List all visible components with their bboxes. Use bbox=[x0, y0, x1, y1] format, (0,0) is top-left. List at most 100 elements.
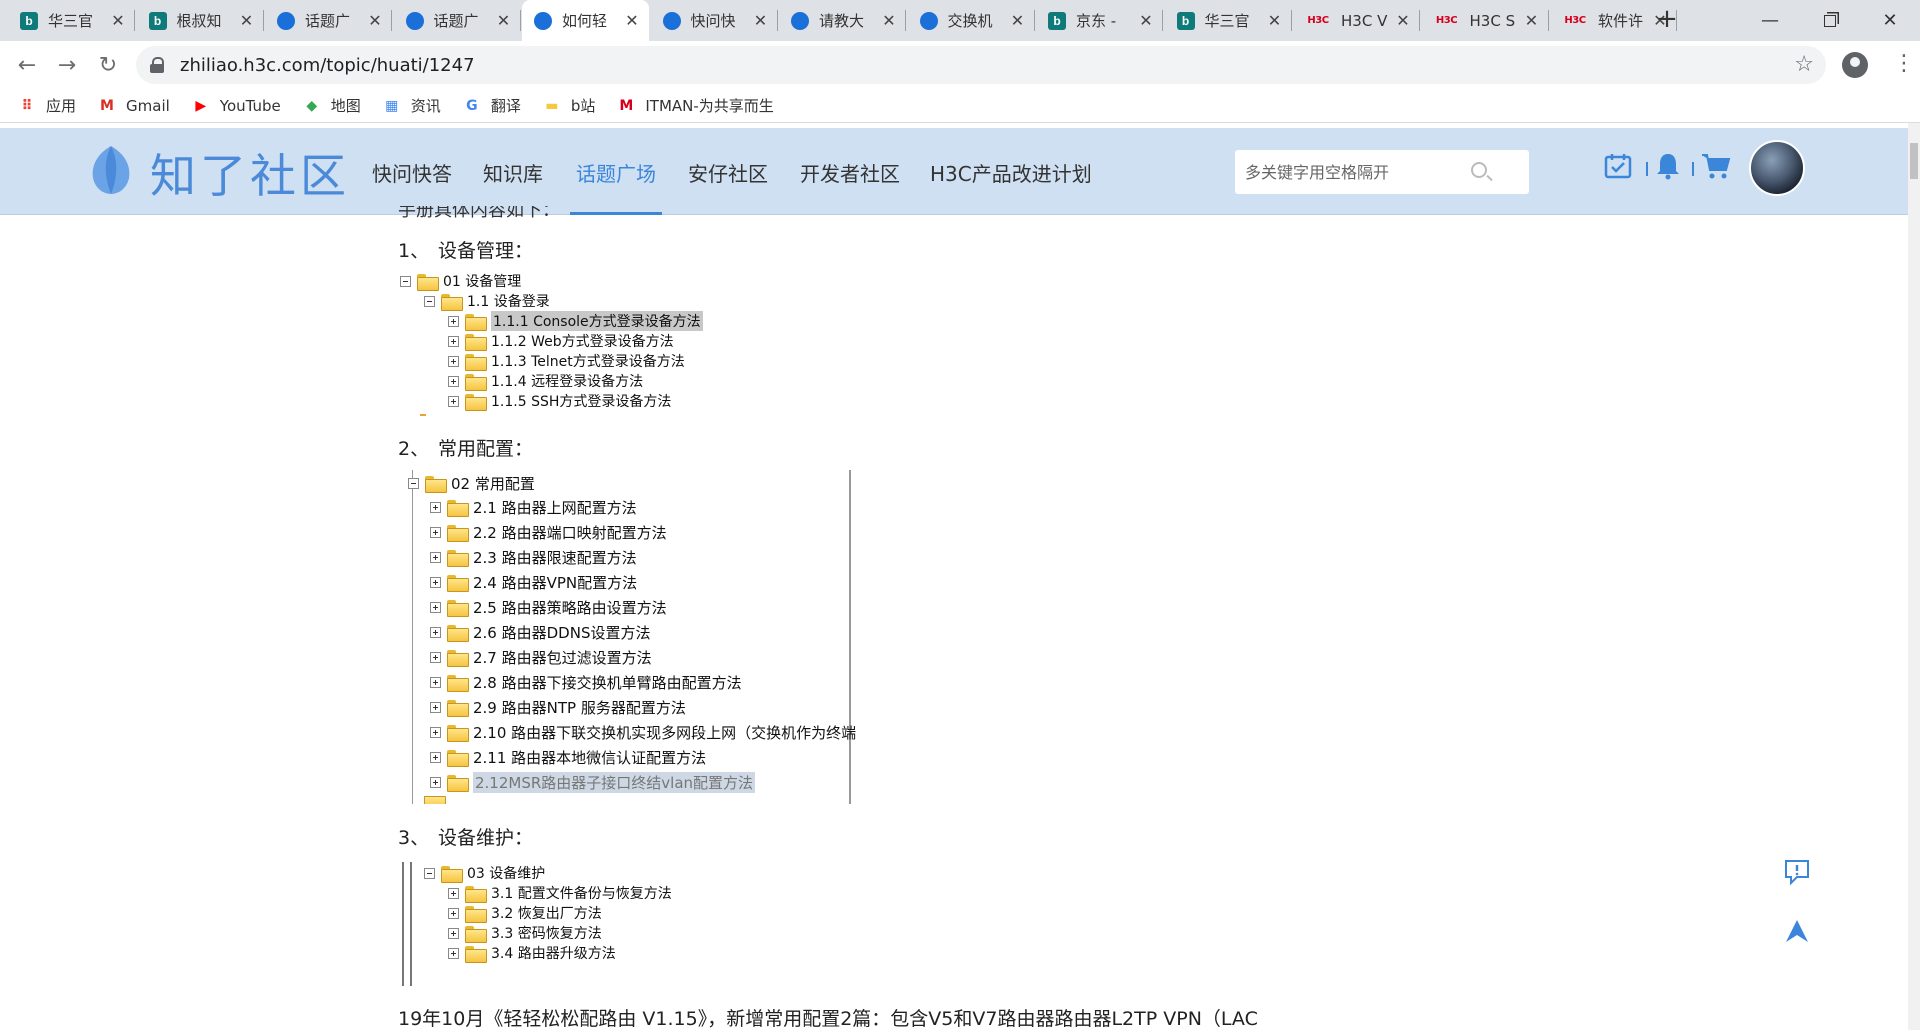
tree-label: 2.7 路由器包过滤设置方法 bbox=[473, 648, 652, 667]
calendar-check-icon[interactable] bbox=[1604, 152, 1632, 180]
tree-label: 2.12MSR路由器子接口终结vlan配置方法 bbox=[473, 771, 756, 793]
article-intro-line: 手册具体内容如下： bbox=[398, 206, 560, 221]
site-nav-item[interactable]: 话题广场 bbox=[576, 158, 656, 187]
reload-button[interactable]: ↻ bbox=[93, 50, 123, 80]
forward-button[interactable]: → bbox=[52, 50, 82, 80]
itman-icon: M bbox=[619, 97, 634, 114]
page-scrollbar[interactable] bbox=[1908, 123, 1920, 1030]
tab-close-icon[interactable]: ✕ bbox=[366, 11, 384, 30]
tab-close-icon[interactable]: ✕ bbox=[109, 11, 127, 30]
folder-icon bbox=[447, 674, 469, 692]
close-window-button[interactable]: ✕ bbox=[1860, 0, 1920, 41]
expand-icon bbox=[448, 335, 459, 347]
tree-left-border bbox=[410, 862, 412, 986]
browser-tab[interactable]: b 华三官 ✕ bbox=[8, 0, 135, 41]
tree-left-border bbox=[412, 470, 413, 804]
address-bar[interactable]: zhiliao.h3c.com/topic/huati/1247 ☆ bbox=[136, 46, 1826, 84]
bing-favicon-icon: b bbox=[148, 11, 167, 30]
browser-tab[interactable]: H3C H3C S ✕ bbox=[1422, 0, 1549, 41]
tree-item-row: 2.3 路由器限速配置方法 bbox=[430, 548, 637, 567]
back-button[interactable]: ← bbox=[12, 50, 42, 80]
tab-close-icon[interactable]: ✕ bbox=[1137, 11, 1155, 30]
restore-button[interactable] bbox=[1800, 0, 1860, 41]
site-nav-item[interactable]: 安仔社区 bbox=[688, 158, 768, 187]
tree-item-row: 2.6 路由器DDNS设置方法 bbox=[430, 623, 651, 642]
tab-close-icon[interactable]: ✕ bbox=[1394, 11, 1412, 30]
profile-icon[interactable] bbox=[1842, 52, 1868, 78]
translate-icon: G bbox=[466, 97, 478, 114]
tab-close-icon[interactable]: ✕ bbox=[880, 11, 898, 30]
tree-label: 2.6 路由器DDNS设置方法 bbox=[473, 623, 651, 642]
tree-item-row: 2.1 路由器上网配置方法 bbox=[430, 498, 637, 517]
tree-image-device-management: 01 设备管理 1.1 设备登录 1.1.1 Console方式登录设备方法 1.… bbox=[400, 272, 720, 418]
bookmark-item[interactable]: ▶ YouTube bbox=[192, 97, 280, 115]
section-heading-3: 3、 设备维护： bbox=[398, 827, 534, 849]
tab-close-icon[interactable]: ✕ bbox=[1266, 11, 1284, 30]
back-to-top-icon[interactable] bbox=[1783, 918, 1811, 944]
cart-icon[interactable] bbox=[1701, 152, 1731, 180]
tree-label: 1.1 设备登录 bbox=[467, 294, 550, 310]
feedback-icon[interactable] bbox=[1783, 858, 1811, 886]
search-input[interactable] bbox=[1245, 162, 1475, 182]
bookmark-item[interactable]: ▦ 资讯 bbox=[383, 95, 441, 116]
menu-kebab-icon[interactable]: ⋮ bbox=[1893, 53, 1915, 75]
bookmark-item[interactable]: M ITMAN-为共享而生 bbox=[617, 95, 773, 116]
browser-tab[interactable]: 如何轻 ✕ bbox=[522, 0, 649, 41]
tab-title: 话题广 bbox=[305, 12, 351, 30]
bookmark-label: 应用 bbox=[46, 97, 77, 115]
browser-tab[interactable]: b 根叔知 ✕ bbox=[137, 0, 264, 41]
tab-close-icon[interactable]: ✕ bbox=[752, 11, 770, 30]
tree-label: 1.1.5 SSH方式登录设备方法 bbox=[491, 394, 672, 410]
bookmark-star-icon[interactable]: ☆ bbox=[1794, 52, 1814, 77]
tab-close-icon[interactable]: ✕ bbox=[495, 11, 513, 30]
bookmark-item[interactable]: M Gmail bbox=[98, 97, 170, 115]
scrollbar-thumb[interactable] bbox=[1910, 143, 1918, 179]
bookmark-item[interactable]: G 翻译 bbox=[463, 95, 521, 116]
tree-item-row: 3.3 密码恢复方法 bbox=[448, 924, 602, 943]
bookmark-item[interactable]: ◆ 地图 bbox=[303, 95, 360, 116]
tab-close-icon[interactable]: ✕ bbox=[1009, 11, 1027, 30]
tree-label: 02 常用配置 bbox=[451, 474, 535, 493]
active-nav-underline bbox=[570, 212, 662, 215]
expand-icon bbox=[448, 927, 459, 939]
site-nav-item[interactable]: H3C产品改进计划 bbox=[930, 158, 1092, 187]
folder-icon bbox=[447, 499, 469, 517]
minimize-button[interactable]: — bbox=[1740, 0, 1800, 41]
tab-close-icon[interactable]: ✕ bbox=[1523, 11, 1541, 30]
browser-tab[interactable]: 请教大 ✕ bbox=[779, 0, 906, 41]
site-logo-text[interactable]: 知了社区 bbox=[150, 140, 350, 206]
folder-icon bbox=[447, 724, 469, 742]
browser-tab[interactable]: 话题广 ✕ bbox=[394, 0, 521, 41]
tree-item-row: 2.5 路由器策略路由设置方法 bbox=[430, 598, 667, 617]
tab-close-icon[interactable]: ✕ bbox=[623, 11, 641, 30]
tree-label: 2.11 路由器本地微信认证配置方法 bbox=[473, 748, 707, 767]
bookmark-item[interactable]: ▬ b站 bbox=[543, 95, 595, 116]
bookmark-item[interactable]: ⠿ 应用 bbox=[18, 95, 76, 116]
tab-title: 京东 - bbox=[1076, 12, 1117, 30]
bookmark-label: 翻译 bbox=[490, 97, 521, 115]
expand-icon bbox=[430, 626, 441, 638]
zhiliao-logo-icon[interactable] bbox=[89, 144, 133, 196]
site-nav-item[interactable]: 知识库 bbox=[483, 158, 543, 187]
site-nav-item[interactable]: 开发者社区 bbox=[800, 158, 900, 187]
browser-tab[interactable]: b 华三官 ✕ bbox=[1165, 0, 1292, 41]
browser-tab[interactable]: 交换机 ✕ bbox=[908, 0, 1035, 41]
browser-tab[interactable]: b 京东 - ✕ bbox=[1036, 0, 1163, 41]
tree-label: 3.3 密码恢复方法 bbox=[491, 926, 602, 942]
expand-icon bbox=[430, 651, 441, 663]
tree-label: 3.4 路由器升级方法 bbox=[491, 946, 616, 962]
tree-root-row: 03 设备维护 bbox=[424, 864, 545, 883]
tab-close-icon[interactable]: ✕ bbox=[238, 11, 256, 30]
site-nav-item[interactable]: 快问快答 bbox=[372, 158, 452, 187]
browser-tab[interactable]: 快问快 ✕ bbox=[651, 0, 778, 41]
url-text[interactable]: zhiliao.h3c.com/topic/huati/1247 bbox=[180, 55, 475, 76]
search-icon[interactable] bbox=[1471, 162, 1487, 178]
user-avatar[interactable] bbox=[1749, 140, 1805, 196]
bell-icon[interactable] bbox=[1655, 152, 1681, 180]
new-tab-button[interactable]: + bbox=[1653, 6, 1681, 34]
browser-tab[interactable]: 话题广 ✕ bbox=[265, 0, 392, 41]
site-search[interactable] bbox=[1235, 150, 1529, 194]
tree-image-common-config: 02 常用配置 2.1 路由器上网配置方法 2.2 路由器端口映射配置方法 2.3 … bbox=[404, 470, 856, 804]
browser-tab[interactable]: H3C H3C V ✕ bbox=[1293, 0, 1420, 41]
expand-icon bbox=[448, 395, 459, 407]
